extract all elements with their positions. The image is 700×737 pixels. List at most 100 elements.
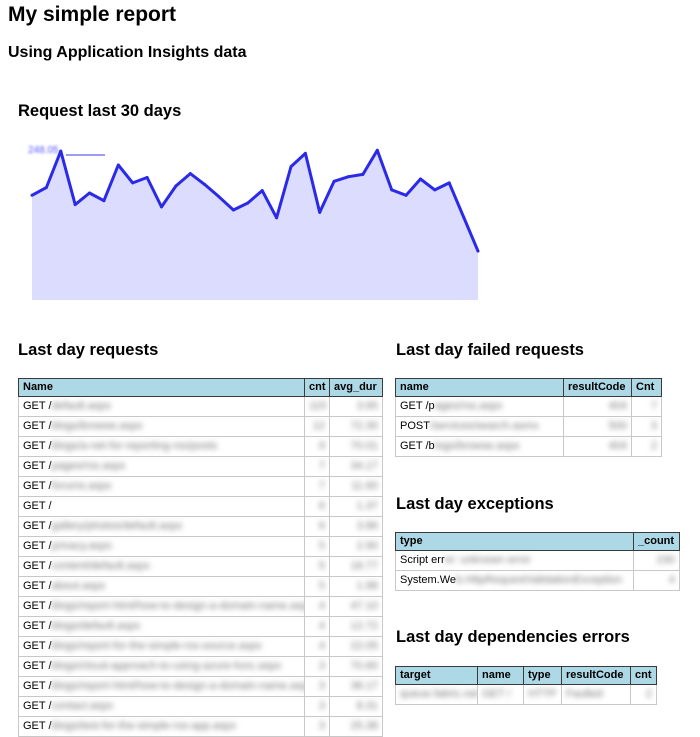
dependency-code-redacted: Faulted [566, 688, 603, 700]
chart-point[interactable] [289, 165, 293, 169]
table-row[interactable]: GET /privacy.aspx 5 2.90 [18, 536, 383, 557]
request-count-redacted: 3 [318, 700, 325, 712]
report-title: My simple report [8, 3, 177, 26]
chart-point[interactable] [174, 184, 178, 188]
table-row[interactable]: Script error: unknown error 230 [395, 550, 680, 571]
column-header-name[interactable]: Name [18, 378, 305, 397]
chart-point[interactable] [347, 175, 351, 179]
chart-point[interactable] [418, 177, 422, 181]
request-avg-redacted: 70.01 [350, 440, 378, 452]
last-day-exceptions-title: Last day exceptions [396, 495, 554, 513]
table-row[interactable]: GET /blogs/report-html/how-to-design-a-d… [18, 676, 383, 697]
chart-point[interactable] [145, 175, 149, 179]
table-row[interactable]: GET /blogs/report-html/how-to-design-a-d… [18, 596, 383, 617]
chart-point[interactable] [246, 201, 250, 205]
request-count-redacted: 3 [318, 660, 325, 672]
column-header-name[interactable]: name [477, 666, 524, 685]
table-row[interactable]: GET /blogs/report-for-the-simple-rss-sou… [18, 636, 383, 657]
chart-point[interactable] [332, 179, 336, 183]
chart-point[interactable] [447, 181, 451, 185]
column-header-result-code[interactable]: resultCode [563, 378, 632, 397]
chart-point[interactable] [275, 216, 279, 220]
table-header-row: type _count [395, 532, 680, 551]
chart-point[interactable] [318, 210, 322, 214]
column-header-cnt[interactable]: cnt [304, 378, 330, 397]
chart-point[interactable] [462, 215, 466, 219]
failed-requests-table: name resultCode Cnt GET /pages/rss.aspx 4… [395, 378, 662, 457]
chart-point[interactable] [390, 188, 394, 192]
table-row[interactable]: GET /default.aspx 115 3.65 [18, 396, 383, 417]
failed-result-code-cell: 500 [563, 416, 632, 437]
report-subtitle: Using Application Insights data [8, 44, 247, 61]
request-name-cell: GET /privacy.aspx [18, 536, 305, 557]
table-row[interactable]: GET /gallery/photos/default.aspx 6 3.86 [18, 516, 383, 537]
request-avg-redacted: 11.60 [351, 480, 378, 492]
request-method: GET / [23, 680, 52, 692]
chart-point[interactable] [433, 188, 437, 192]
request-avg-redacted: 22.05 [350, 640, 378, 652]
failed-count-redacted: 2 [650, 440, 657, 452]
chart-point[interactable] [73, 203, 77, 207]
column-header-count[interactable]: _count [633, 532, 680, 551]
table-row[interactable]: GET /pages/rss.aspx 404 7 [395, 396, 662, 417]
table-row[interactable]: GET /blogs/browse.aspx 12 72.30 [18, 416, 383, 437]
table-row[interactable]: GET /contact.aspx 3 8.31 [18, 696, 383, 717]
chart-point[interactable] [476, 249, 480, 253]
request-method: GET / [23, 520, 52, 532]
request-path-redacted: blogs/cloud-approach-to-using-azure-func… [51, 660, 282, 672]
request-avg-duration-cell: 11.60 [329, 476, 383, 497]
request-count-redacted: 6 [318, 500, 325, 512]
chart-point[interactable] [102, 199, 106, 203]
table-row[interactable]: queue.fabric.net GET / HTTP Faulted 2 [395, 684, 657, 705]
table-row[interactable]: GET /blogs/default.aspx 4 12.72 [18, 616, 383, 637]
chart-point[interactable] [203, 182, 207, 186]
chart-point[interactable] [375, 148, 379, 152]
table-row[interactable]: GET /forums.aspx 7 11.60 [18, 476, 383, 497]
chart-point[interactable] [30, 193, 34, 197]
result-code-redacted: 404 [608, 400, 627, 412]
table-row[interactable]: GET /blogs/browse.aspx 404 2 [395, 436, 662, 457]
chart-point[interactable] [116, 163, 120, 167]
table-row[interactable]: POST /services/search.asmx 500 3 [395, 416, 662, 437]
request-count-cell: 4 [304, 636, 330, 657]
chart-point[interactable] [188, 172, 192, 176]
request-method: GET / [23, 400, 52, 412]
chart-point[interactable] [59, 149, 63, 153]
chart-point[interactable] [44, 186, 48, 190]
table-row[interactable]: GET /blogs/test-for-the-simple-rss-app.a… [18, 716, 383, 737]
request-name-cell: GET /blogs/cloud-approach-to-using-azure… [18, 656, 305, 677]
table-row[interactable]: GET /pages/rss.aspx 7 34.17 [18, 456, 383, 477]
request-avg-duration-cell: 38.17 [329, 676, 383, 697]
chart-point[interactable] [231, 208, 235, 212]
chart-point[interactable] [88, 191, 92, 195]
chart-point[interactable] [131, 181, 135, 185]
request-count-cell: 7 [304, 476, 330, 497]
column-header-type[interactable]: type [523, 666, 562, 685]
request-path-redacted: blogs/default.aspx [51, 620, 141, 632]
request-path-redacted: content/default.aspx [51, 560, 150, 572]
chart-point[interactable] [303, 151, 307, 155]
column-header-type[interactable]: type [395, 532, 634, 551]
column-header-cnt[interactable]: Cnt [631, 378, 662, 397]
request-method: GET / [23, 500, 52, 512]
column-header-cnt[interactable]: cnt [630, 666, 657, 685]
request-avg-redacted: 2.90 [356, 540, 378, 552]
table-row[interactable]: System.Web.HttpRequestValidationExceptio… [395, 570, 680, 591]
table-row[interactable]: GET / 6 1.37 [18, 496, 383, 517]
table-row[interactable]: GET /blogs/cloud-approach-to-using-azure… [18, 656, 383, 677]
chart-point[interactable] [159, 205, 163, 209]
request-name-cell: GET /blogs/default.aspx [18, 616, 305, 637]
table-row[interactable]: GET /blogs/a-net-for-reporting-rss/posts… [18, 436, 383, 457]
table-row[interactable]: GET /content/default.aspx 5 18.77 [18, 556, 383, 577]
exception-type-visible: System.We [400, 574, 457, 586]
chart-point[interactable] [217, 195, 221, 199]
chart-point[interactable] [260, 189, 264, 193]
chart-point[interactable] [361, 172, 365, 176]
column-header-avg-dur[interactable]: avg_dur [329, 378, 383, 397]
column-header-result-code[interactable]: resultCode [561, 666, 631, 685]
request-name-cell: GET /blogs/report-for-the-simple-rss-sou… [18, 636, 305, 657]
column-header-name[interactable]: name [395, 378, 564, 397]
chart-point[interactable] [404, 193, 408, 197]
table-row[interactable]: GET /about.aspx 5 1.98 [18, 576, 383, 597]
column-header-target[interactable]: target [395, 666, 478, 685]
